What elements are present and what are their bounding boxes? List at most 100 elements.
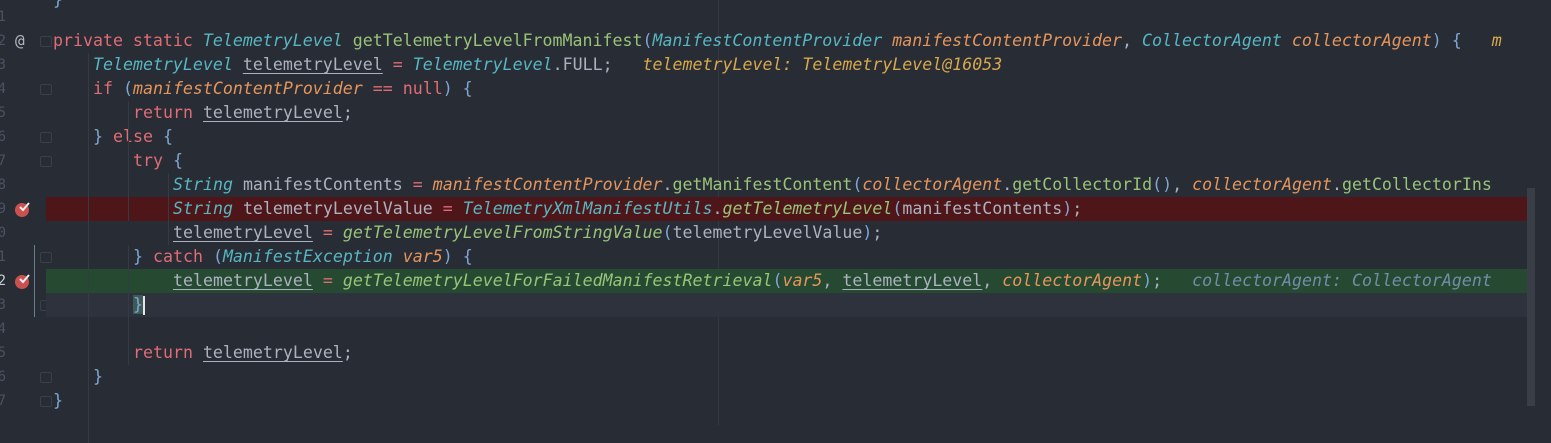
breakpoint-verified-icon[interactable] <box>14 272 32 290</box>
code-token: getTelemetryLevel <box>722 199 893 218</box>
code-token: var5 <box>402 247 443 266</box>
code-token: getTelemetryLevelFromManifest <box>352 31 643 50</box>
vertical-scrollbar[interactable] <box>1527 188 1535 406</box>
code-token: } <box>93 127 113 146</box>
code-token: String <box>173 175 233 194</box>
line-number[interactable]: 5 <box>0 101 6 125</box>
line-number[interactable]: 6 <box>0 125 6 149</box>
code-token: else <box>112 127 163 146</box>
line-number[interactable]: 1 <box>0 5 6 29</box>
code-token: telemetryLevel <box>202 343 343 362</box>
code-line[interactable] <box>46 317 1527 341</box>
code-line[interactable]: } catch (ManifestException var5) { <box>46 245 1527 269</box>
code-line[interactable]: String manifestContents = manifestConten… <box>46 173 1527 197</box>
indent-guide <box>128 101 129 221</box>
code-token: ( <box>212 247 223 266</box>
line-number[interactable]: 8 <box>0 173 6 197</box>
code-token: if <box>93 79 123 98</box>
line-number[interactable]: 7 <box>0 149 6 173</box>
line-number[interactable]: 5 <box>0 341 6 365</box>
code-token: { <box>162 127 173 146</box>
code-token: . <box>1331 175 1342 194</box>
code-token: collectorAgent <box>1192 175 1332 194</box>
code-token: manifestContentProvider <box>432 175 663 194</box>
code-token: null <box>402 79 443 98</box>
line-number[interactable]: 7 <box>0 389 6 413</box>
code-line[interactable]: return telemetryLevel; <box>46 341 1527 365</box>
code-token: getTelemetryLevelFromStringValue <box>342 223 663 242</box>
code-token: manifestContents <box>902 199 1063 218</box>
code-token: ( <box>662 223 673 242</box>
code-token: } <box>133 247 153 266</box>
code-token: ( <box>642 31 653 50</box>
code-token: == <box>362 79 403 98</box>
code-token: , <box>982 271 1003 290</box>
code-token: } <box>133 295 143 314</box>
code-token: telemetryLevel <box>173 223 313 242</box>
code-token: ManifestException <box>222 247 393 266</box>
line-number[interactable]: 2 <box>0 269 6 293</box>
code-token: FULL <box>562 55 603 74</box>
code-token: = <box>412 175 433 194</box>
code-token: ; <box>342 103 353 122</box>
line-number[interactable]: 3 <box>0 53 6 77</box>
code-line[interactable]: try { <box>46 149 1527 173</box>
line-number[interactable]: 6 <box>0 365 6 389</box>
line-number[interactable]: 4 <box>0 317 6 341</box>
code-token: . <box>662 175 673 194</box>
indent-guide <box>168 173 169 245</box>
code-token: ; <box>1152 271 1163 290</box>
code-token: TelemetryXmlManifestUtils <box>462 199 713 218</box>
code-token: ) { <box>1431 31 1462 50</box>
code-line[interactable]: } <box>46 389 1527 413</box>
code-token: () <box>1152 175 1173 194</box>
debug-inline-value: collectorAgent: CollectorAgent <box>1192 271 1492 290</box>
line-number[interactable]: 4 <box>0 77 6 101</box>
code-line[interactable]: telemetryLevel = getTelemetryLevelFromSt… <box>46 221 1527 245</box>
code-line[interactable]: } <box>46 365 1527 389</box>
code-token: . <box>552 55 563 74</box>
breakpoint-verified-icon[interactable] <box>14 200 32 218</box>
breakpoint-line[interactable]: String telemetryLevelValue = TelemetryXm… <box>46 197 1527 221</box>
code-line[interactable]: } else { <box>46 125 1527 149</box>
code-token: ) { <box>442 79 473 98</box>
indent-guide <box>88 53 89 443</box>
code-token: getCollectorId <box>1012 175 1153 194</box>
code-token: manifestContents <box>232 175 413 194</box>
code-token: ) <box>1142 271 1153 290</box>
code-token: ) { <box>442 247 473 266</box>
code-line[interactable]: return telemetryLevel; <box>46 101 1527 125</box>
override-marker-icon[interactable]: @ <box>15 31 25 50</box>
code-token: ; <box>602 55 613 74</box>
code-line[interactable]: TelemetryLevel telemetryLevel = Telemetr… <box>46 53 1527 77</box>
code-token: return <box>133 103 203 122</box>
code-token: } <box>53 391 63 410</box>
code-line[interactable] <box>46 5 1527 29</box>
code-token: TelemetryLevel <box>93 55 233 74</box>
code-token: ; <box>1072 199 1083 218</box>
code-line[interactable]: private static TelemetryLevel getTelemet… <box>46 29 1527 53</box>
indent-guide <box>128 245 129 365</box>
code-line[interactable]: if (manifestContentProvider == null) { <box>46 77 1527 101</box>
vcs-change-marker[interactable] <box>34 245 35 317</box>
execution-line[interactable]: telemetryLevel = getTelemetryLevelForFai… <box>46 269 1527 293</box>
line-number[interactable]: 9 <box>0 197 6 221</box>
code-token: manifestContentProvider <box>892 31 1123 50</box>
code-token: , <box>1122 31 1142 50</box>
code-token: ( <box>852 175 863 194</box>
code-token: = <box>312 271 343 290</box>
code-token: try <box>133 151 173 170</box>
line-number[interactable]: 1 <box>0 245 6 269</box>
line-number[interactable]: 3 <box>0 293 6 317</box>
code-token: return <box>133 343 203 362</box>
code-token: telemetryLevel <box>173 271 313 290</box>
line-number[interactable]: 2 <box>0 29 6 53</box>
code-token: telemetryLevelValue <box>672 223 863 242</box>
current-line[interactable]: } <box>46 293 1527 317</box>
code-token: getCollectorIns <box>1341 175 1492 194</box>
line-number[interactable]: 0 <box>0 221 6 245</box>
